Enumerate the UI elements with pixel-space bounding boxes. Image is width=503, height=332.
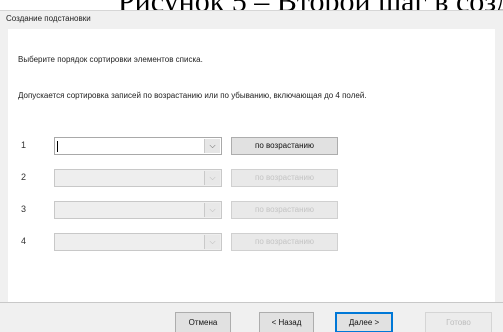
cancel-button[interactable]: Отмена [175, 312, 231, 332]
chevron-down-icon[interactable]: ⌵ [204, 235, 220, 249]
sort-field-combo-3[interactable]: ⌵ [54, 201, 222, 219]
instruction-text: Выберите порядок сортировки элементов сп… [18, 55, 203, 64]
sort-row-number: 3 [21, 204, 27, 214]
footer-divider [0, 302, 503, 303]
text-caret [57, 141, 58, 152]
finish-button[interactable]: Готово [425, 312, 492, 332]
back-button[interactable]: < Назад [259, 312, 314, 332]
chevron-down-icon[interactable]: ⌵ [204, 171, 220, 185]
sort-order-button-2[interactable]: по возрастанию [231, 169, 338, 187]
sort-order-button-4[interactable]: по возрастанию [231, 233, 338, 251]
sort-row-number: 4 [21, 236, 27, 246]
next-button[interactable]: Далее > [335, 312, 393, 332]
sort-field-combo-1[interactable]: ⌵ [54, 137, 222, 155]
chevron-down-icon[interactable]: ⌵ [204, 139, 220, 153]
sort-field-combo-2[interactable]: ⌵ [54, 169, 222, 187]
wizard-panel: Выберите порядок сортировки элементов сп… [8, 29, 495, 303]
sort-row-number: 1 [21, 140, 27, 150]
sort-order-button-1[interactable]: по возрастанию [231, 137, 338, 155]
sort-row-number: 2 [21, 172, 27, 182]
sort-field-combo-4[interactable]: ⌵ [54, 233, 222, 251]
sort-order-button-3[interactable]: по возрастанию [231, 201, 338, 219]
lookup-wizard-dialog: Создание подстановки Выберите порядок со… [0, 10, 503, 332]
dialog-title: Создание подстановки [6, 14, 91, 23]
chevron-down-icon[interactable]: ⌵ [204, 203, 220, 217]
note-text: Допускается сортировка записей по возрас… [18, 91, 367, 100]
